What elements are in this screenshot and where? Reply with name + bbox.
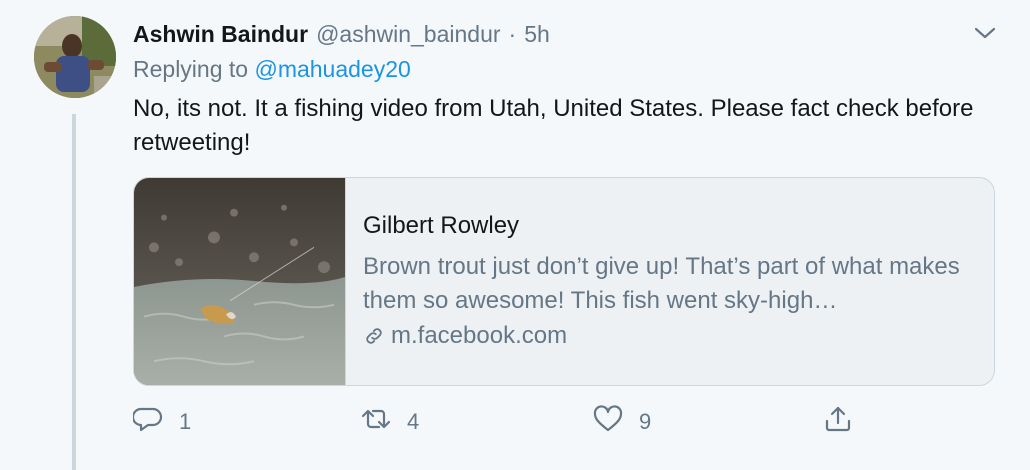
- link-card[interactable]: Gilbert Rowley Brown trout just don’t gi…: [133, 177, 995, 386]
- replying-to: Replying to @mahuadey20: [133, 56, 411, 83]
- like-button[interactable]: 9: [593, 404, 651, 440]
- retweet-count: 4: [407, 409, 420, 434]
- card-title: Gilbert Rowley: [363, 212, 520, 239]
- author-handle[interactable]: @ashwin_baindur: [316, 21, 500, 48]
- like-icon: [593, 404, 623, 440]
- card-description: Brown trout just don’t give up! That’s p…: [363, 253, 960, 314]
- card-thumbnail: [134, 178, 346, 385]
- mention-link[interactable]: @mahuadey20: [254, 56, 410, 82]
- retweet-button[interactable]: 4: [361, 404, 419, 440]
- separator-dot: ·: [508, 20, 517, 47]
- card-domain-text: m.facebook.com: [391, 322, 568, 349]
- replying-to-label: Replying to: [133, 56, 249, 82]
- chevron-down-icon[interactable]: [972, 22, 998, 44]
- link-icon: [363, 325, 385, 347]
- card-domain: m.facebook.com: [363, 322, 978, 350]
- like-count: 9: [639, 409, 652, 434]
- reply-count: 1: [179, 409, 192, 434]
- avatar[interactable]: [34, 16, 116, 98]
- retweet-icon: [361, 404, 391, 440]
- avatar-image: [34, 16, 116, 98]
- tweet[interactable]: Ashwin Baindur @ashwin_baindur · 5h Repl…: [0, 0, 1030, 470]
- reply-icon: [131, 404, 163, 440]
- card-body: Gilbert Rowley Brown trout just don’t gi…: [363, 212, 978, 350]
- share-button[interactable]: [823, 404, 853, 440]
- action-bar: 1 4 9: [131, 404, 873, 440]
- tweet-text: No, its not. It a fishing video from Uta…: [133, 95, 974, 156]
- timestamp[interactable]: 5h: [524, 21, 550, 48]
- thread-line: [72, 114, 76, 470]
- reply-button[interactable]: 1: [131, 404, 192, 440]
- author-name[interactable]: Ashwin Baindur: [133, 21, 308, 48]
- share-icon: [823, 404, 853, 440]
- tweet-header: Ashwin Baindur @ashwin_baindur · 5h: [133, 18, 550, 50]
